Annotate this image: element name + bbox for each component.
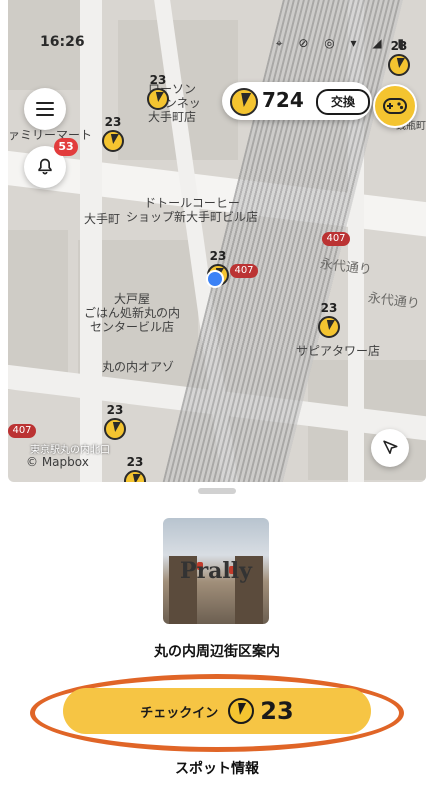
map-pin[interactable]: 23 (141, 74, 175, 118)
pin-value: 23 (104, 115, 122, 129)
locate-me-button[interactable] (371, 429, 409, 467)
map-label-yosaya: 大戸屋 ごはん処新丸の内 センタービル店 (84, 292, 181, 334)
pin-value: 23 (149, 73, 167, 87)
spot-info-link[interactable]: スポット情報 (0, 758, 434, 778)
map-pin[interactable]: 23 (96, 116, 130, 160)
prally-logo: Prally (180, 558, 252, 584)
spot-title: 丸の内周辺街区案内 (154, 644, 280, 660)
map-pin[interactable]: 23 (98, 404, 132, 448)
lightning-coin-icon (147, 88, 169, 110)
map-label-oazo: 丸の内オアゾ (102, 360, 175, 374)
pin-value: 23 (126, 455, 144, 469)
game-button[interactable] (373, 84, 417, 128)
pin-value: 23 (320, 301, 338, 315)
status-bar: 16:26 ⌖ ⊘ ◎ ▾ ◢ ▮ (40, 30, 410, 54)
screen: ローソン -パンネッ 大手町店 ァミリーマート ドトールコーヒー ショップ新大手… (0, 0, 434, 810)
map-label-familymart: ァミリーマート (8, 128, 93, 142)
navigation-arrow-icon (383, 440, 398, 454)
lightning-coin-icon (230, 88, 258, 116)
exchange-button[interactable]: 交換 (316, 89, 370, 115)
mapbox-attribution[interactable]: © Mapbox (26, 455, 89, 469)
points-value: 724 (262, 88, 304, 112)
map[interactable]: ローソン -パンネッ 大手町店 ァミリーマート ドトールコーヒー ショップ新大手… (8, 0, 426, 482)
map-pin[interactable]: 23 (312, 302, 346, 346)
map-label-doutor: ドトールコーヒー ショップ新大手町ビル店 (126, 196, 259, 224)
spot-thumbnail: Prally (163, 518, 269, 624)
lightning-coin-icon (104, 418, 126, 440)
menu-button[interactable] (24, 88, 66, 130)
route-badge: 407 (8, 424, 36, 438)
hamburger-icon (36, 102, 54, 116)
notification-count-badge: 53 (54, 138, 78, 156)
status-icons: ⌖ ⊘ ◎ ▾ ◢ ▮ (275, 36, 410, 50)
checkin-label: チェックイン (140, 705, 219, 721)
bell-icon (38, 158, 52, 175)
lightning-coin-icon (388, 54, 410, 76)
checkin-button[interactable]: チェックイン 23 (63, 688, 371, 734)
route-badge: 407 (322, 232, 350, 246)
lightning-coin-icon (102, 130, 124, 152)
map-label-otemachi: 大手町 (84, 212, 121, 226)
gamepad-icon (383, 98, 407, 114)
map-label-sapia: サピアタワー店 (296, 344, 381, 358)
pin-value: 23 (106, 403, 124, 417)
lightning-coin-icon (318, 316, 340, 338)
sheet-handle[interactable] (198, 488, 236, 494)
lightning-coin-icon (228, 698, 255, 724)
checkin-points: 23 (260, 697, 294, 725)
pin-value: 23 (209, 249, 227, 263)
map-label-eitai-2: 永代通り (367, 290, 421, 313)
map-pin[interactable]: 23 (118, 456, 152, 482)
lightning-coin-icon (124, 470, 146, 482)
user-location-dot (206, 270, 224, 288)
points-pill: 724 交換 (222, 82, 372, 120)
status-time: 16:26 (40, 34, 85, 50)
